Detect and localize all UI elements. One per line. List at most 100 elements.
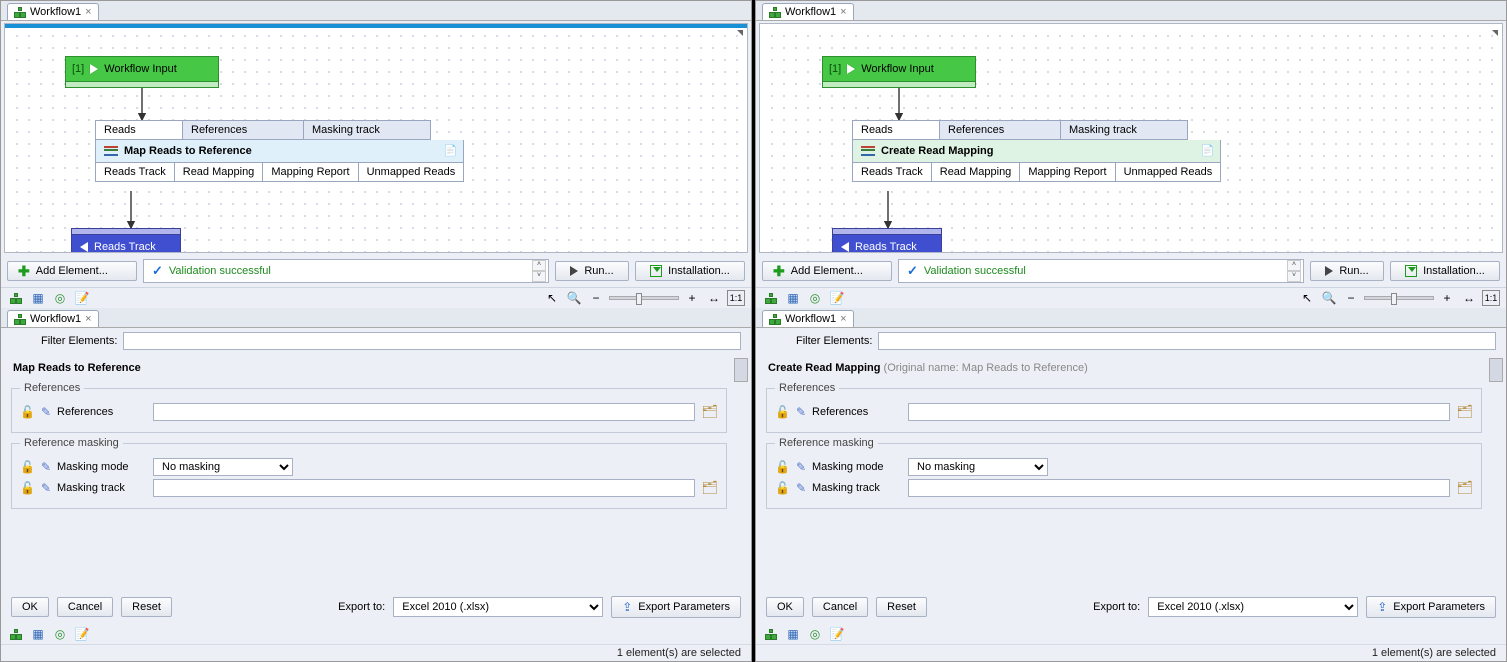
masking-mode-select[interactable]: No masking xyxy=(908,458,1048,476)
zoom-11-icon[interactable]: 1:1 xyxy=(727,290,745,306)
view-grid-icon[interactable]: ▦ xyxy=(29,290,47,306)
export-format-select[interactable]: Excel 2010 (.xlsx) xyxy=(1148,597,1358,617)
node-create-read-mapping[interactable]: Reads References Masking track Create Re… xyxy=(852,120,1221,182)
out-unmapped-reads[interactable]: Unmapped Reads xyxy=(358,163,465,182)
bottom-tab-workflow1[interactable]: Workflow1 × xyxy=(7,310,99,327)
port-masking-track[interactable]: Masking track xyxy=(303,120,431,140)
node-workflow-input[interactable]: [1] Workflow Input xyxy=(65,56,219,88)
view-workflow-icon[interactable] xyxy=(7,626,25,642)
pencil-icon[interactable]: ✎ xyxy=(796,481,806,495)
out-reads-track[interactable]: Reads Track xyxy=(95,163,175,182)
lock-icon[interactable]: 🔓 xyxy=(20,405,35,419)
masking-track-input[interactable] xyxy=(153,479,695,497)
pencil-icon[interactable]: ✎ xyxy=(796,405,806,419)
scrollbar-thumb[interactable] xyxy=(734,358,748,382)
scrollbar-thumb[interactable] xyxy=(1489,358,1503,382)
view-grid-icon[interactable]: ▦ xyxy=(784,626,802,642)
port-reads[interactable]: Reads xyxy=(852,120,940,140)
zoom-icon[interactable]: 🔍 xyxy=(1320,290,1338,306)
ok-button[interactable]: OK xyxy=(766,597,804,617)
out-read-mapping[interactable]: Read Mapping xyxy=(174,163,264,182)
node-title-bar[interactable]: Map Reads to Reference 📄 xyxy=(95,140,464,163)
view-workflow-icon[interactable] xyxy=(762,290,780,306)
validation-box[interactable]: ✓ Validation successful ˄˅ xyxy=(898,259,1304,283)
bottom-tab-workflow1[interactable]: Workflow1 × xyxy=(762,310,854,327)
export-parameters-button[interactable]: ⇪ Export Parameters xyxy=(1366,596,1496,618)
pencil-icon[interactable]: ✎ xyxy=(41,481,51,495)
cancel-button[interactable]: Cancel xyxy=(57,597,113,617)
pointer-icon[interactable]: ↖ xyxy=(1298,290,1316,306)
spinner[interactable]: ˄˅ xyxy=(1287,260,1301,282)
installation-button[interactable]: Installation... xyxy=(635,261,745,281)
document-icon[interactable]: 📄 xyxy=(1201,144,1215,157)
out-reads-track[interactable]: Reads Track xyxy=(852,163,932,182)
add-element-button[interactable]: ✚ Add Element... xyxy=(762,261,892,281)
filter-input[interactable] xyxy=(878,332,1496,350)
spinner[interactable]: ˄˅ xyxy=(532,260,546,282)
node-workflow-input[interactable]: [1] Workflow Input xyxy=(822,56,976,88)
close-icon[interactable]: × xyxy=(85,313,91,325)
view-edit-icon[interactable]: 📝 xyxy=(73,290,91,306)
port-masking-track[interactable]: Masking track xyxy=(1060,120,1188,140)
workflow-canvas[interactable]: [1] Workflow Input Reads References Mask… xyxy=(759,23,1503,253)
lock-icon[interactable]: 🔓 xyxy=(20,460,35,474)
zoom-in-icon[interactable]: + xyxy=(683,290,701,306)
zoom-slider[interactable] xyxy=(609,296,679,300)
view-target-icon[interactable]: ◎ xyxy=(806,290,824,306)
run-button[interactable]: Run... xyxy=(1310,261,1384,281)
reset-button[interactable]: Reset xyxy=(121,597,172,617)
filter-input[interactable] xyxy=(123,332,741,350)
document-icon[interactable]: 📄 xyxy=(444,144,458,157)
port-references[interactable]: References xyxy=(939,120,1061,140)
masking-track-input[interactable] xyxy=(908,479,1450,497)
node-output-reads-track[interactable]: Reads Track xyxy=(71,228,181,253)
view-edit-icon[interactable]: 📝 xyxy=(73,626,91,642)
zoom-icon[interactable]: 🔍 xyxy=(565,290,583,306)
panel-toggle-icon[interactable] xyxy=(737,30,743,36)
run-button[interactable]: Run... xyxy=(555,261,629,281)
node-output-reads-track[interactable]: Reads Track xyxy=(832,228,942,253)
zoom-11-icon[interactable]: 1:1 xyxy=(1482,290,1500,306)
pencil-icon[interactable]: ✎ xyxy=(41,405,51,419)
view-edit-icon[interactable]: 📝 xyxy=(828,290,846,306)
node-title-bar[interactable]: Create Read Mapping 📄 xyxy=(852,140,1221,163)
panel-toggle-icon[interactable] xyxy=(1492,30,1498,36)
view-target-icon[interactable]: ◎ xyxy=(51,626,69,642)
tab-workflow1[interactable]: Workflow1 × xyxy=(762,3,854,20)
references-input[interactable] xyxy=(153,403,695,421)
port-reads[interactable]: Reads xyxy=(95,120,183,140)
export-format-select[interactable]: Excel 2010 (.xlsx) xyxy=(393,597,603,617)
ok-button[interactable]: OK xyxy=(11,597,49,617)
add-element-button[interactable]: ✚ Add Element... xyxy=(7,261,137,281)
workflow-canvas[interactable]: [1] Workflow Input Reads References Mask… xyxy=(4,23,748,253)
port-references[interactable]: References xyxy=(182,120,304,140)
zoom-out-icon[interactable]: − xyxy=(1342,290,1360,306)
masking-mode-select[interactable]: No masking xyxy=(153,458,293,476)
installation-button[interactable]: Installation... xyxy=(1390,261,1500,281)
view-grid-icon[interactable]: ▦ xyxy=(29,626,47,642)
browse-icon[interactable]: 🗂 xyxy=(701,404,718,420)
view-workflow-icon[interactable] xyxy=(7,290,25,306)
out-unmapped-reads[interactable]: Unmapped Reads xyxy=(1115,163,1222,182)
pencil-icon[interactable]: ✎ xyxy=(41,460,51,474)
view-edit-icon[interactable]: 📝 xyxy=(828,626,846,642)
fit-width-icon[interactable]: ↔ xyxy=(1460,290,1478,306)
browse-icon[interactable]: 🗂 xyxy=(1456,480,1473,496)
browse-icon[interactable]: 🗂 xyxy=(1456,404,1473,420)
pointer-icon[interactable]: ↖ xyxy=(543,290,561,306)
close-icon[interactable]: × xyxy=(840,6,846,18)
view-target-icon[interactable]: ◎ xyxy=(51,290,69,306)
pencil-icon[interactable]: ✎ xyxy=(796,460,806,474)
node-map-reads[interactable]: Reads References Masking track Map Reads… xyxy=(95,120,464,182)
lock-icon[interactable]: 🔓 xyxy=(775,460,790,474)
lock-icon[interactable]: 🔓 xyxy=(775,481,790,495)
out-read-mapping[interactable]: Read Mapping xyxy=(931,163,1021,182)
browse-icon[interactable]: 🗂 xyxy=(701,480,718,496)
zoom-slider[interactable] xyxy=(1364,296,1434,300)
references-input[interactable] xyxy=(908,403,1450,421)
zoom-out-icon[interactable]: − xyxy=(587,290,605,306)
cancel-button[interactable]: Cancel xyxy=(812,597,868,617)
fit-width-icon[interactable]: ↔ xyxy=(705,290,723,306)
out-mapping-report[interactable]: Mapping Report xyxy=(262,163,358,182)
view-grid-icon[interactable]: ▦ xyxy=(784,290,802,306)
